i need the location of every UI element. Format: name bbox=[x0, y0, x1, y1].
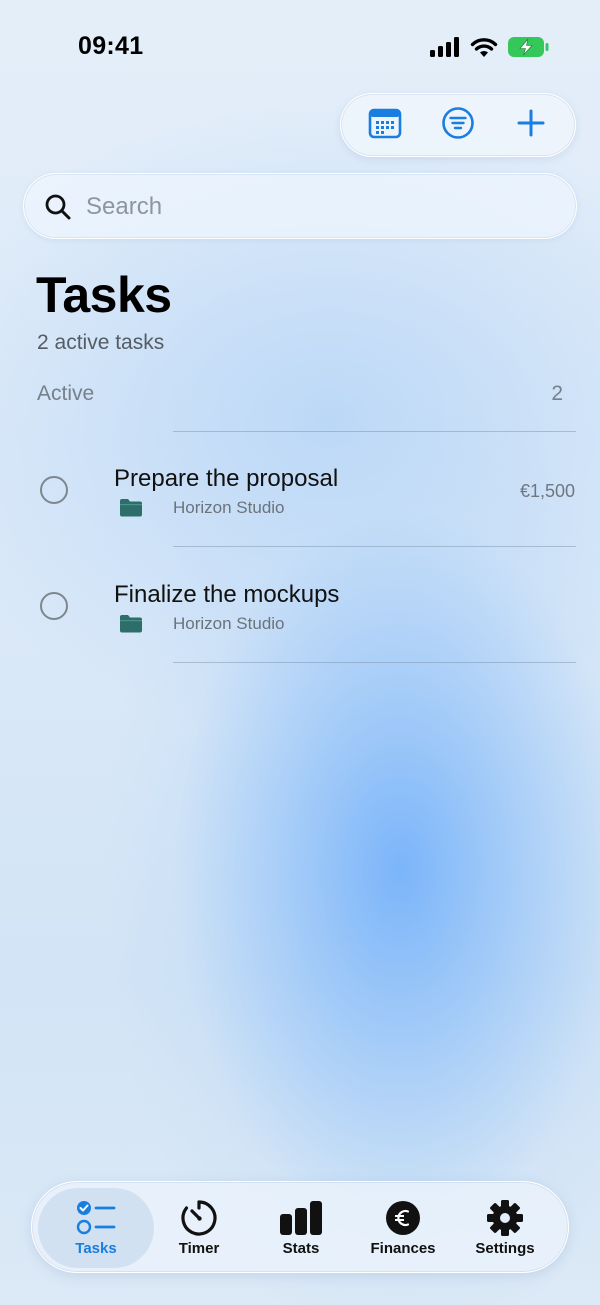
cellular-signal-icon bbox=[430, 37, 460, 62]
tab-label: Tasks bbox=[75, 1240, 117, 1257]
page-title: Tasks bbox=[36, 267, 172, 323]
folder-icon bbox=[119, 498, 143, 522]
task-complete-toggle[interactable] bbox=[40, 476, 68, 504]
search-bar bbox=[23, 173, 577, 240]
search-icon bbox=[44, 193, 72, 226]
status-time: 09:41 bbox=[78, 32, 144, 60]
tab-label: Finances bbox=[370, 1240, 436, 1257]
search-input[interactable] bbox=[84, 174, 558, 240]
timer-icon bbox=[180, 1199, 218, 1237]
bar-chart-icon bbox=[278, 1199, 324, 1237]
divider bbox=[173, 662, 576, 663]
page-subtitle: 2 active tasks bbox=[37, 331, 165, 354]
tab-tasks[interactable]: Tasks bbox=[38, 1188, 154, 1268]
tab-stats[interactable]: Stats bbox=[246, 1188, 356, 1268]
status-bar: 09:41 bbox=[0, 0, 600, 96]
euro-icon bbox=[385, 1199, 421, 1237]
section-count: 2 bbox=[551, 382, 563, 405]
calendar-icon bbox=[368, 107, 402, 144]
add-task-button[interactable] bbox=[503, 97, 559, 153]
calendar-button[interactable] bbox=[357, 97, 413, 153]
top-toolbar bbox=[340, 93, 576, 157]
wifi-icon bbox=[470, 37, 498, 63]
tab-bar: Tasks Timer Stats Finances Settings bbox=[31, 1181, 569, 1273]
tab-label: Timer bbox=[178, 1240, 220, 1257]
tab-timer[interactable]: Timer bbox=[144, 1188, 254, 1268]
gear-icon bbox=[486, 1199, 524, 1237]
task-complete-toggle[interactable] bbox=[40, 592, 68, 620]
status-icons bbox=[430, 36, 550, 63]
task-project: Horizon Studio bbox=[173, 498, 285, 517]
tab-label: Stats bbox=[282, 1240, 320, 1257]
filter-button[interactable] bbox=[430, 97, 486, 153]
battery-charging-icon bbox=[508, 36, 550, 63]
filter-icon bbox=[441, 106, 475, 145]
task-project: Horizon Studio bbox=[173, 614, 285, 633]
tab-finances[interactable]: Finances bbox=[348, 1188, 458, 1268]
task-row[interactable]: Prepare the proposal Horizon Studio €1,5… bbox=[0, 432, 600, 546]
task-title: Prepare the proposal bbox=[114, 465, 339, 492]
task-amount: €1,500 bbox=[519, 481, 575, 501]
folder-icon bbox=[119, 614, 143, 638]
tab-label: Settings bbox=[475, 1240, 535, 1257]
task-row[interactable]: Finalize the mockups Horizon Studio bbox=[0, 547, 600, 661]
tab-settings[interactable]: Settings bbox=[450, 1188, 560, 1268]
task-title: Finalize the mockups bbox=[114, 581, 340, 608]
checklist-icon bbox=[76, 1199, 116, 1237]
section-label: Active bbox=[37, 382, 95, 405]
plus-icon bbox=[516, 108, 546, 143]
